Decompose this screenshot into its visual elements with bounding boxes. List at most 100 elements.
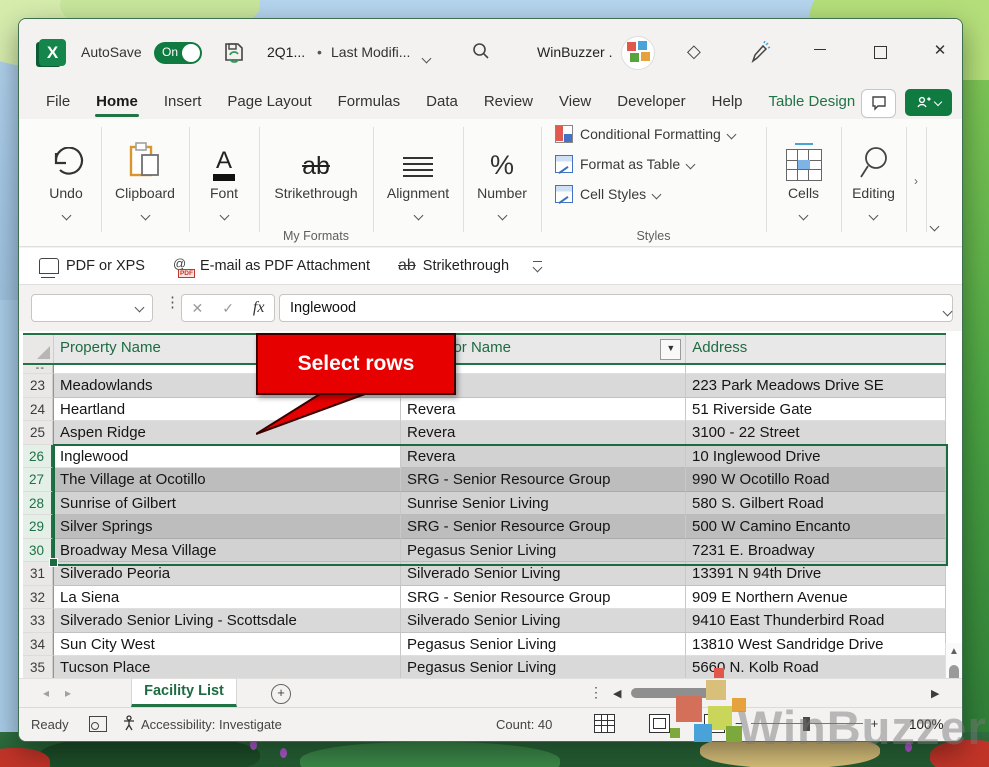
name-box-chevron-icon[interactable] <box>135 303 145 313</box>
cell-property-name[interactable]: Broadway Mesa Village <box>53 539 401 563</box>
undo-chevron-icon[interactable] <box>61 211 71 221</box>
alignment-group[interactable]: Alignment <box>373 119 463 246</box>
strikethrough-button[interactable]: Strikethrough <box>259 185 373 201</box>
cell-address[interactable]: 9410 East Thunderbird Road <box>686 609 946 633</box>
cell-address[interactable]: 500 W Camino Encanto <box>686 515 946 539</box>
cell-property-name[interactable]: Sun City West <box>53 633 401 657</box>
cell-property-name[interactable]: Silverado Senior Living - Scottsdale <box>53 609 401 633</box>
editing-chevron-icon[interactable] <box>869 211 879 221</box>
zoom-in-button[interactable]: + <box>871 716 879 731</box>
page-break-view-icon[interactable] <box>704 714 725 733</box>
tab-insert[interactable]: Insert <box>151 86 215 119</box>
cell-address[interactable]: 3100 - 22 Street <box>686 421 946 445</box>
cell-address[interactable]: 51 Riverside Gate <box>686 398 946 422</box>
cell-property-name[interactable]: Tucson Place <box>53 656 401 680</box>
formula-bar-grip[interactable]: ⋮ <box>165 293 180 311</box>
cell-operator-name[interactable]: SRG - Senior Resource Group <box>401 586 686 610</box>
macro-record-icon[interactable] <box>89 716 107 732</box>
cell-address[interactable]: 580 S. Gilbert Road <box>686 492 946 516</box>
cell-address[interactable]: 10 Inglewood Drive <box>686 445 946 469</box>
header-address[interactable]: Address <box>686 335 946 363</box>
minimize-button[interactable] <box>805 41 835 65</box>
scroll-right-icon[interactable]: ▶ <box>931 687 939 700</box>
cell-property-name[interactable]: Silverado Peoria <box>53 562 401 586</box>
horizontal-scroll-thumb[interactable] <box>631 688 726 698</box>
ribbon-more-button[interactable]: › <box>906 174 926 188</box>
cells-chevron-icon[interactable] <box>799 211 809 221</box>
row-number[interactable]: 24 <box>23 398 53 422</box>
accessibility-status[interactable]: Accessibility: Investigate <box>141 717 282 732</box>
zoom-slider-thumb[interactable] <box>803 717 810 731</box>
cell-operator-name[interactable]: Sunrise Senior Living <box>401 492 686 516</box>
filter-dropdown-icon[interactable]: ▼ <box>660 339 681 360</box>
close-button[interactable]: ✕ <box>925 41 955 65</box>
insert-function-button[interactable]: fx <box>253 299 265 317</box>
cell-operator-name[interactable]: SRG - Senior Resource Group <box>401 468 686 492</box>
row-number[interactable]: 31 <box>23 562 53 586</box>
cell-operator-name[interactable]: Pegasus Senior Living <box>401 539 686 563</box>
cell-operator-name[interactable]: Silverado Senior Living <box>401 562 686 586</box>
expand-formula-bar-icon[interactable] <box>944 302 951 320</box>
cell-operator-name[interactable]: SRG - Senior Resource Group <box>401 515 686 539</box>
cell-property-name[interactable]: Sunrise of Gilbert <box>53 492 401 516</box>
row-number[interactable]: 25 <box>23 421 53 445</box>
cell-address[interactable]: 5660 N. Kolb Road <box>686 656 946 680</box>
cell-address[interactable]: 223 Park Meadows Drive SE <box>686 374 946 398</box>
zoom-level[interactable]: 100% <box>909 717 944 732</box>
share-button[interactable] <box>905 89 952 116</box>
row-number[interactable]: 28 <box>23 492 53 516</box>
font-group[interactable]: A Font <box>189 119 259 246</box>
cell-operator-name[interactable]: Pegasus Senior Living <box>401 656 686 680</box>
excel-logo-icon[interactable]: X <box>39 39 66 66</box>
document-title[interactable]: 2Q1... <box>267 44 305 60</box>
cell-property-name[interactable]: La Siena <box>53 586 401 610</box>
scroll-up-icon[interactable]: ▲ <box>946 646 962 657</box>
tab-help[interactable]: Help <box>699 86 756 119</box>
sheet-tab-facility-list[interactable]: Facility List <box>131 679 237 707</box>
conditional-formatting-button[interactable]: Conditional Formatting <box>541 119 766 149</box>
cell-operator-name[interactable]: Revera <box>401 421 686 445</box>
confirm-entry-icon[interactable]: ✓ <box>222 300 234 317</box>
save-icon[interactable] <box>223 41 245 63</box>
format-as-table-button[interactable]: Format as Table <box>541 149 766 179</box>
page-layout-view-icon[interactable] <box>649 714 670 733</box>
pdf-or-xps-button[interactable]: PDF or XPS <box>39 258 145 274</box>
cell-operator-name[interactable]: Silverado Senior Living <box>401 609 686 633</box>
name-box[interactable] <box>31 294 153 322</box>
qat-overflow-icon[interactable] <box>533 261 542 271</box>
row-number[interactable]: 32 <box>23 586 53 610</box>
clipboard-group[interactable]: Clipboard <box>101 119 189 246</box>
account-name[interactable]: WinBuzzer . <box>537 44 612 60</box>
zoom-slider[interactable] <box>751 723 863 724</box>
tab-page-layout[interactable]: Page Layout <box>214 86 324 119</box>
tab-view[interactable]: View <box>546 86 604 119</box>
number-chevron-icon[interactable] <box>497 211 507 221</box>
tab-developer[interactable]: Developer <box>604 86 698 119</box>
row-number[interactable]: 35 <box>23 656 53 680</box>
tab-data[interactable]: Data <box>413 86 471 119</box>
cell-property-name[interactable]: Inglewood <box>53 445 401 469</box>
cell-operator-name[interactable]: Revera <box>401 398 686 422</box>
row-number[interactable]: 30 <box>23 539 53 563</box>
cell-operator-name[interactable]: Revera <box>401 445 686 469</box>
editing-group[interactable]: Editing <box>841 119 906 246</box>
formula-input[interactable]: Inglewood <box>279 294 953 322</box>
qat-strikethrough-button[interactable]: ab Strikethrough <box>398 257 509 275</box>
cell-address[interactable]: 13810 West Sandridge Drive <box>686 633 946 657</box>
row-number[interactable]: 34 <box>23 633 53 657</box>
cell-address[interactable]: 7231 E. Broadway <box>686 539 946 563</box>
cells-group[interactable]: Cells <box>766 119 841 246</box>
zoom-out-button[interactable]: − <box>735 716 743 731</box>
sheetbar-grip[interactable]: ⋮ <box>589 684 603 701</box>
select-all-corner[interactable] <box>23 335 54 363</box>
comments-button[interactable] <box>861 89 896 118</box>
document-status[interactable]: Last Modifi... <box>331 44 410 60</box>
pen-sparkle-icon[interactable] <box>747 41 771 65</box>
clipboard-chevron-icon[interactable] <box>140 211 150 221</box>
new-sheet-button[interactable]: + <box>271 684 291 704</box>
collapse-ribbon-icon[interactable] <box>931 217 938 235</box>
cell-styles-button[interactable]: Cell Styles <box>541 179 766 209</box>
scroll-left-icon[interactable]: ◀ <box>613 687 621 700</box>
cell-address[interactable]: 990 W Ocotillo Road <box>686 468 946 492</box>
tab-file[interactable]: File <box>33 86 83 119</box>
